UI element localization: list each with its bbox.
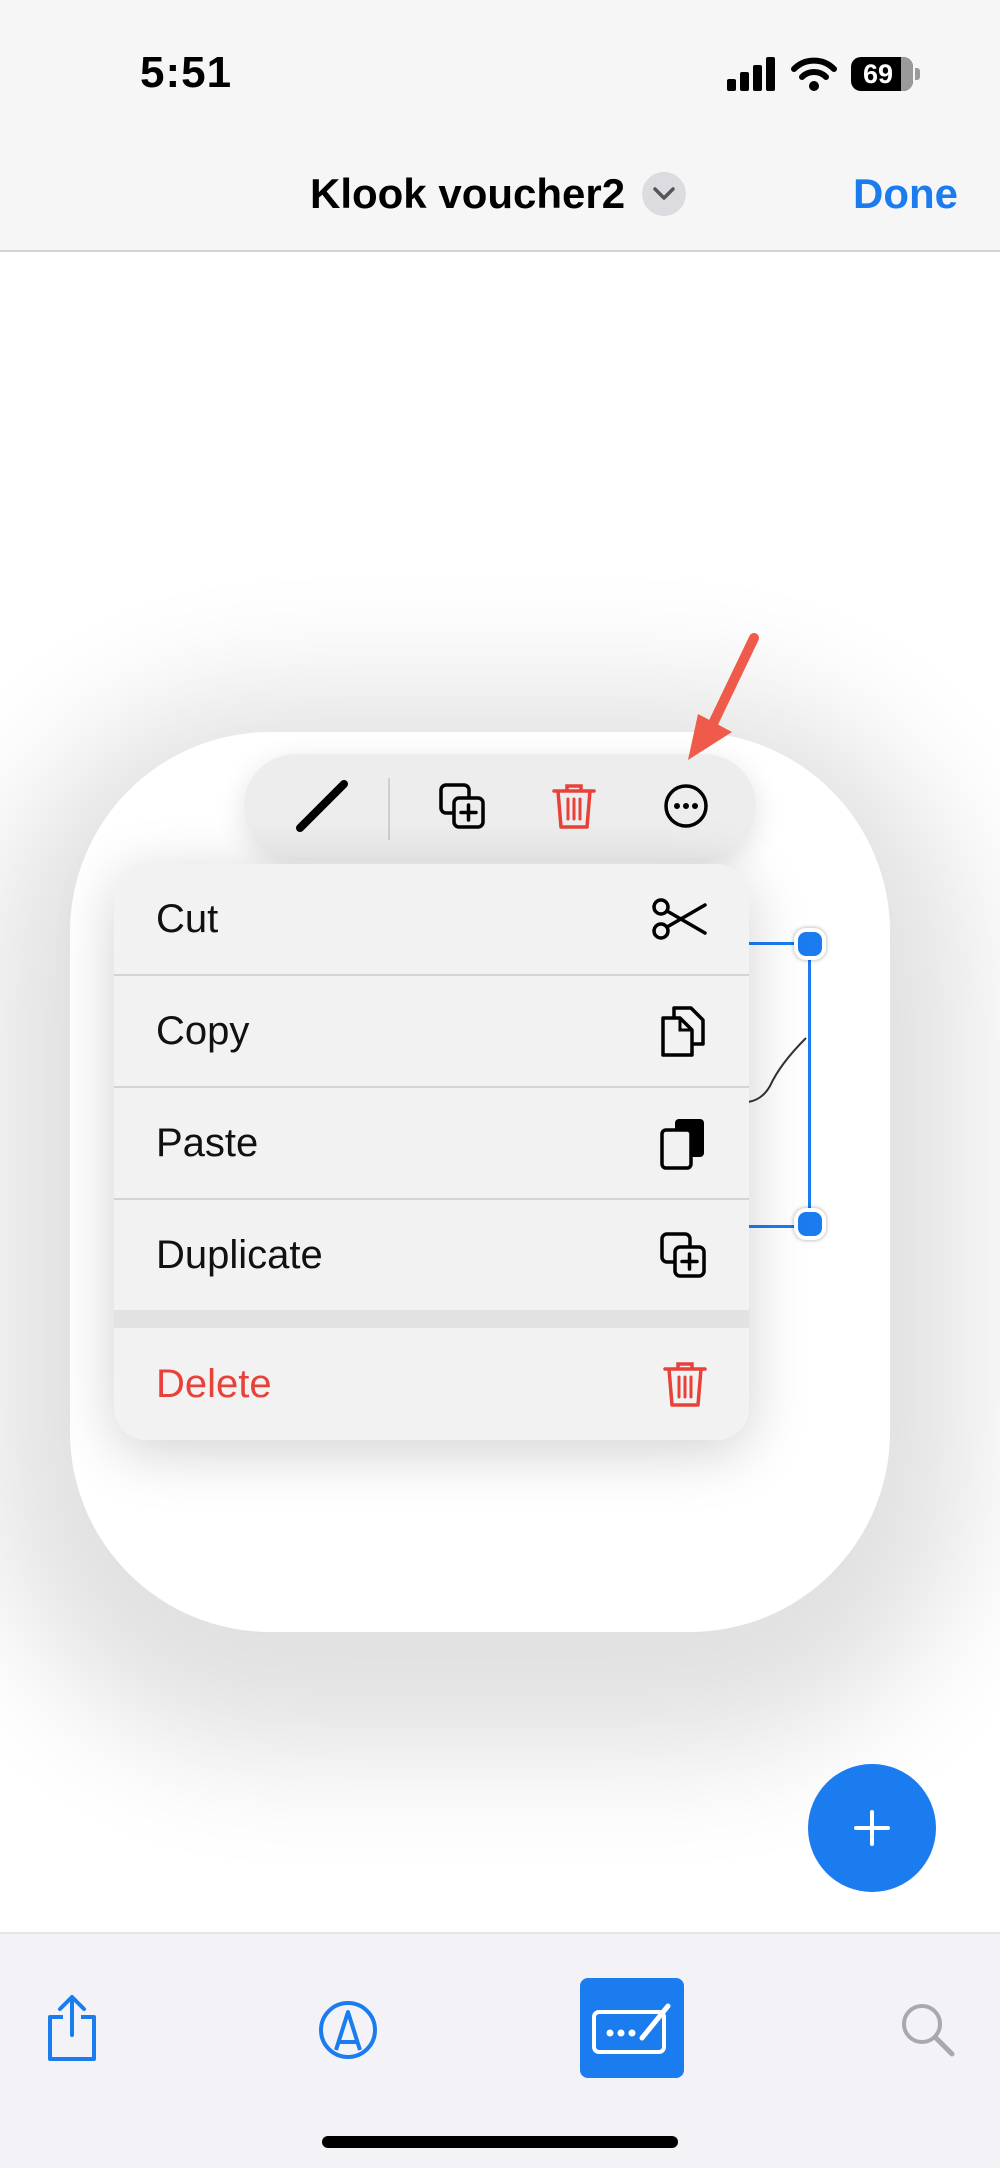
selection-handle-top[interactable]	[794, 928, 826, 960]
menu-item-label: Copy	[156, 1008, 250, 1053]
menu-item-duplicate[interactable]: Duplicate	[114, 1200, 749, 1310]
trash-icon	[663, 1362, 707, 1407]
copy-icon	[661, 1006, 705, 1057]
signature-icon	[592, 2003, 671, 2054]
search-icon	[902, 2004, 955, 2057]
delete-button[interactable]	[540, 772, 608, 840]
context-menu: Cut Copy Paste Duplicate Delete	[114, 864, 749, 1440]
status-time: 5:51	[140, 48, 233, 97]
share-button[interactable]	[36, 1988, 108, 2068]
pen-stroke-icon	[296, 780, 348, 832]
menu-item-label: Paste	[156, 1120, 259, 1165]
nav-bar: Klook voucher2 Done	[0, 150, 1000, 252]
cellular-signal-icon	[727, 57, 775, 91]
plus-icon	[854, 1810, 890, 1846]
menu-item-paste[interactable]: Paste	[114, 1088, 749, 1198]
menu-item-label: Cut	[156, 896, 219, 941]
add-button[interactable]	[808, 1764, 936, 1892]
duplicate-icon	[660, 1232, 706, 1278]
duplicate-icon	[439, 783, 485, 829]
document-title[interactable]: Klook voucher2	[310, 170, 625, 218]
chevron-down-icon	[653, 187, 675, 200]
share-icon	[48, 1995, 96, 2061]
home-indicator	[322, 2136, 678, 2148]
battery-level: 69	[862, 58, 894, 89]
menu-item-cut[interactable]: Cut	[114, 864, 749, 974]
search-button[interactable]	[888, 1990, 968, 2070]
scissors-icon	[652, 898, 707, 940]
toolbar-divider	[388, 778, 390, 840]
battery-icon: 69	[851, 57, 913, 91]
status-bar: 5:51 69	[0, 0, 1000, 150]
paste-icon	[660, 1119, 704, 1170]
done-button[interactable]: Done	[853, 170, 958, 218]
menu-item-label: Delete	[156, 1361, 272, 1406]
wifi-icon	[791, 57, 837, 91]
pen-style-button[interactable]	[288, 772, 356, 840]
bottom-toolbar	[0, 1932, 1000, 2168]
annotation-arrow	[688, 633, 759, 760]
selected-drawing-stroke	[747, 1037, 807, 1103]
menu-item-delete[interactable]: Delete	[114, 1328, 749, 1440]
menu-item-copy[interactable]: Copy	[114, 976, 749, 1086]
signature-button[interactable]	[580, 1978, 684, 2078]
trash-icon	[552, 784, 596, 829]
more-icon	[664, 784, 708, 828]
markup-icon	[319, 2001, 377, 2059]
menu-item-label: Duplicate	[156, 1232, 323, 1277]
selection-handle-bottom[interactable]	[794, 1208, 826, 1240]
duplicate-button[interactable]	[428, 772, 496, 840]
status-icons: 69	[727, 52, 920, 96]
title-menu-button[interactable]	[642, 172, 686, 216]
markup-button[interactable]	[308, 1990, 388, 2070]
more-button[interactable]	[652, 772, 720, 840]
